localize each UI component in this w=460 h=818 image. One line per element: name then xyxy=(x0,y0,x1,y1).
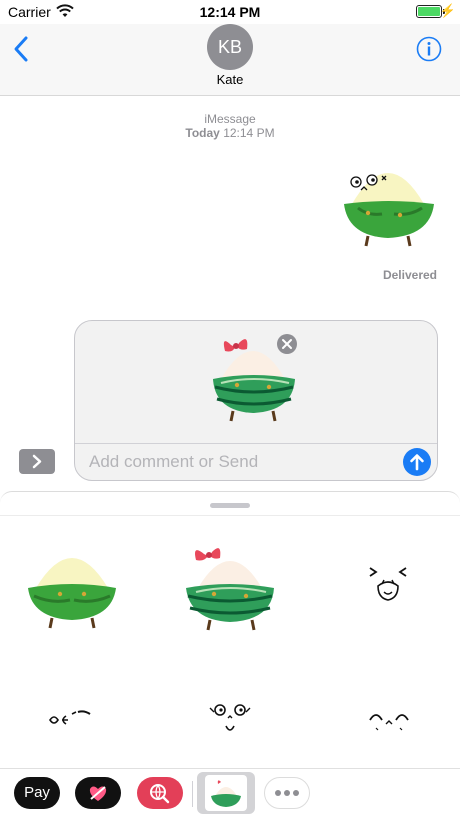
sticker-rice-dumpling-bow[interactable] xyxy=(182,536,278,632)
more-apps-button[interactable] xyxy=(264,777,310,809)
clock: 12:14 PM xyxy=(199,4,261,20)
contact-avatar[interactable]: KB xyxy=(207,24,253,70)
sticker-dazed-face[interactable] xyxy=(206,700,254,740)
sticker-laughing-face[interactable] xyxy=(364,562,412,606)
web-search-icon xyxy=(150,784,170,804)
date-label: Today xyxy=(185,126,220,140)
chevron-left-icon[interactable] xyxy=(10,34,32,64)
sticker-pack-icon xyxy=(205,775,247,811)
charging-icon: ⚡ xyxy=(439,3,456,18)
drawer-grabber[interactable] xyxy=(210,503,250,508)
send-button[interactable] xyxy=(403,448,431,476)
expand-apps-button[interactable] xyxy=(19,449,55,474)
conversation-timestamp: iMessage Today 12:14 PM xyxy=(0,112,460,140)
sticker-rice-dumpling[interactable] xyxy=(24,542,120,630)
delivery-status: Delivered xyxy=(382,268,437,282)
date-time-label: Today 12:14 PM xyxy=(0,126,460,140)
app-strip: Pay xyxy=(0,768,460,818)
conversation-header: KB Kate xyxy=(0,24,460,96)
chevron-right-icon xyxy=(32,454,42,469)
handwriting-app-button[interactable] xyxy=(75,777,121,809)
status-bar: Carrier 12:14 PM ⚡ xyxy=(0,0,460,24)
apple-pay-app-button[interactable]: Pay xyxy=(14,777,60,809)
handwriting-icon xyxy=(89,786,107,801)
sticker-kissing-face[interactable] xyxy=(46,704,96,734)
drawer-divider xyxy=(0,515,460,516)
contact-name[interactable]: Kate xyxy=(0,72,460,87)
time-label: 12:14 PM xyxy=(223,126,275,140)
close-icon[interactable] xyxy=(276,333,298,355)
service-label: iMessage xyxy=(204,112,256,126)
sticker-pack-app-button[interactable] xyxy=(197,772,255,814)
message-input[interactable]: Add comment or Send xyxy=(89,452,258,472)
compose-divider xyxy=(75,443,437,444)
info-icon[interactable] xyxy=(416,36,442,62)
sticker-smiling-face[interactable] xyxy=(366,706,412,734)
more-icon xyxy=(275,790,299,796)
sent-sticker-rice-dumpling[interactable] xyxy=(338,160,438,252)
apple-pay-label: Pay xyxy=(24,784,50,801)
web-search-app-button[interactable] xyxy=(137,777,183,809)
battery-icon xyxy=(416,5,442,18)
compose-box[interactable]: Add comment or Send xyxy=(74,320,438,481)
app-strip-separator xyxy=(192,781,193,807)
